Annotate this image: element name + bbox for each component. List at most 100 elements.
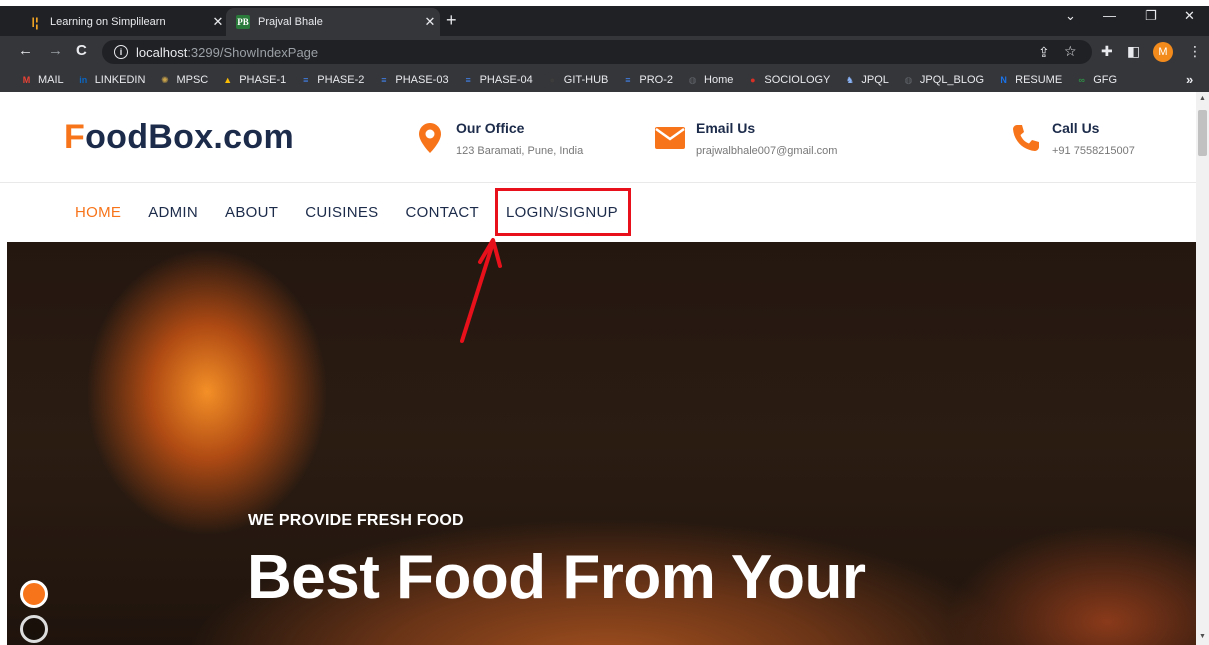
url-host: localhost bbox=[136, 44, 188, 60]
bookmark-label: PHASE-03 bbox=[395, 74, 449, 86]
close-tab-icon[interactable]: ✕ bbox=[208, 14, 228, 30]
bookmark-label: PHASE-2 bbox=[317, 74, 365, 86]
site-info-icon[interactable]: i bbox=[114, 45, 128, 59]
phone-number[interactable]: +91 7558215007 bbox=[1052, 145, 1135, 157]
bookmark-label: MPSC bbox=[176, 74, 209, 86]
profile-avatar[interactable]: M bbox=[1153, 42, 1173, 62]
tab-prajval-bhale[interactable]: PB Prajval Bhale ✕ bbox=[226, 8, 440, 36]
page-scrollbar[interactable]: ▲ ▼ bbox=[1196, 92, 1209, 645]
gmail-icon: M bbox=[22, 75, 31, 85]
back-arrow-icon[interactable]: ← bbox=[18, 42, 33, 59]
drive-icon: ▲ bbox=[223, 75, 233, 85]
minimize-icon[interactable]: — bbox=[1103, 8, 1116, 23]
docs-icon: ≡ bbox=[381, 75, 387, 85]
bookmark-phase-1[interactable]: ▲ PHASE-1 bbox=[221, 74, 286, 87]
site-logo[interactable]: FoodBox.com bbox=[64, 118, 294, 157]
red-book-icon: ● bbox=[750, 75, 756, 85]
forward-arrow-icon[interactable]: → bbox=[48, 42, 63, 59]
more-bookmarks-icon[interactable]: » bbox=[1186, 72, 1193, 87]
emblem-icon: ✺ bbox=[161, 74, 169, 85]
bookmark-label: GFG bbox=[1093, 74, 1118, 86]
docs-icon: ≡ bbox=[303, 75, 309, 85]
jpql-icon: ♞ bbox=[845, 74, 854, 85]
email-address[interactable]: prajwalbhale007@gmail.com bbox=[696, 145, 837, 157]
bookmark-gfg[interactable]: ∞ GFG bbox=[1075, 74, 1117, 87]
bookmark-jpql-blog[interactable]: ◍ JPQL_BLOG bbox=[902, 74, 984, 87]
bookmark-label: PHASE-04 bbox=[479, 74, 533, 86]
resume-icon: N bbox=[1000, 75, 1007, 85]
nav-cuisines[interactable]: CUISINES bbox=[305, 204, 378, 221]
nav-contact[interactable]: CONTACT bbox=[405, 204, 478, 221]
address-bar[interactable]: i localhost:3299/ShowIndexPage bbox=[102, 40, 1092, 64]
restore-icon[interactable]: ❐ bbox=[1145, 8, 1157, 24]
bookmark-linkedin[interactable]: in LINKEDIN bbox=[77, 74, 146, 87]
call-label: Call Us bbox=[1052, 120, 1100, 136]
nav-home[interactable]: HOME bbox=[75, 204, 121, 221]
docs-icon: ≡ bbox=[465, 75, 471, 85]
extensions-puzzle-icon[interactable]: ✚ bbox=[1101, 43, 1113, 60]
scrollbar-thumb[interactable] bbox=[1198, 110, 1207, 156]
bookmark-star-icon[interactable]: ☆ bbox=[1064, 43, 1077, 60]
linkedin-icon: in bbox=[79, 75, 88, 85]
email-label: Email Us bbox=[696, 120, 756, 136]
reload-icon[interactable]: C bbox=[76, 42, 87, 59]
bookmark-label: JPQL bbox=[861, 74, 889, 86]
office-label: Our Office bbox=[456, 120, 525, 136]
nav-admin[interactable]: ADMIN bbox=[148, 204, 198, 221]
map-pin-icon bbox=[414, 118, 446, 158]
bookmark-pro-2[interactable]: ≡ PRO-2 bbox=[621, 74, 673, 87]
login-highlight-box bbox=[495, 188, 631, 236]
bookmark-phase-04[interactable]: ≡ PHASE-04 bbox=[462, 74, 533, 87]
bookmark-git-hub[interactable]: ● GIT-HUB bbox=[546, 74, 609, 87]
bookmark-label: PRO-2 bbox=[639, 74, 674, 86]
bookmark-mail[interactable]: M MAIL bbox=[20, 74, 64, 87]
bookmark-phase-03[interactable]: ≡ PHASE-03 bbox=[377, 74, 448, 87]
hero-subtitle: WE PROVIDE FRESH FOOD bbox=[248, 512, 464, 529]
bookmark-home[interactable]: ◍ Home bbox=[686, 74, 734, 87]
bookmark-phase-2[interactable]: ≡ PHASE-2 bbox=[299, 74, 364, 87]
hero-title: Best Food From Your bbox=[247, 543, 866, 612]
tab-title: Learning on Simplilearn bbox=[50, 16, 166, 28]
gfg-icon: ∞ bbox=[1078, 75, 1085, 85]
share-icon[interactable]: ⇪ bbox=[1038, 44, 1050, 61]
globe-icon: ◍ bbox=[688, 74, 697, 85]
envelope-icon bbox=[654, 118, 686, 158]
hero-banner: WE PROVIDE FRESH FOOD Best Food From You… bbox=[7, 242, 1196, 645]
close-tab-icon[interactable]: ✕ bbox=[420, 14, 440, 30]
bookmark-label: LINKEDIN bbox=[94, 74, 146, 86]
browser-tab-strip: ǀ¦ Learning on Simplilearn ✕ PB Prajval … bbox=[0, 0, 1209, 36]
call-info: Call Us +91 7558215007 bbox=[1010, 118, 1135, 158]
url-path: :3299/ShowIndexPage bbox=[187, 44, 319, 60]
header-divider bbox=[0, 182, 1196, 183]
bookmark-label: Home bbox=[704, 74, 734, 86]
menu-kebab-icon[interactable]: ⋮ bbox=[1188, 43, 1202, 60]
bookmark-label: GIT-HUB bbox=[563, 74, 609, 86]
bookmark-sociology[interactable]: ● SOCIOLOGY bbox=[746, 74, 830, 87]
email-info: Email Us prajwalbhale007@gmail.com bbox=[654, 118, 837, 158]
bookmark-label: JPQL_BLOG bbox=[919, 74, 985, 86]
web-page: FoodBox.com Our Office 123 Baramati, Pun… bbox=[0, 92, 1196, 645]
carousel-dot[interactable] bbox=[20, 615, 48, 643]
github-icon: ● bbox=[549, 75, 555, 85]
tab-simplilearn[interactable]: ǀ¦ Learning on Simplilearn ✕ bbox=[18, 8, 228, 36]
scroll-down-icon[interactable]: ▼ bbox=[1199, 633, 1206, 640]
office-address: 123 Baramati, Pune, India bbox=[456, 145, 584, 157]
bookmark-jpql[interactable]: ♞ JPQL bbox=[843, 74, 889, 87]
side-panel-icon[interactable]: ◧ bbox=[1127, 43, 1140, 60]
new-tab-icon[interactable]: + bbox=[446, 10, 457, 31]
bookmark-resume[interactable]: N RESUME bbox=[997, 74, 1062, 87]
tab-title: Prajval Bhale bbox=[258, 16, 323, 28]
nav-about[interactable]: ABOUT bbox=[225, 204, 278, 221]
phone-icon bbox=[1010, 118, 1042, 158]
close-window-icon[interactable]: ✕ bbox=[1184, 8, 1195, 24]
browser-toolbar: ← → C i localhost:3299/ShowIndexPage ⇪ ☆… bbox=[0, 36, 1209, 68]
office-info: Our Office 123 Baramati, Pune, India bbox=[414, 118, 583, 158]
bookmark-label: MAIL bbox=[38, 74, 64, 86]
scroll-up-icon[interactable]: ▲ bbox=[1199, 95, 1206, 102]
top-edge bbox=[0, 0, 1209, 6]
carousel-dot-active[interactable] bbox=[20, 580, 48, 608]
bookmark-label: RESUME bbox=[1015, 74, 1063, 86]
tab-search-chevron-icon[interactable]: ⌄ bbox=[1065, 8, 1076, 24]
bookmark-mpsc[interactable]: ✺ MPSC bbox=[158, 74, 208, 87]
globe-icon: ◍ bbox=[904, 74, 913, 85]
